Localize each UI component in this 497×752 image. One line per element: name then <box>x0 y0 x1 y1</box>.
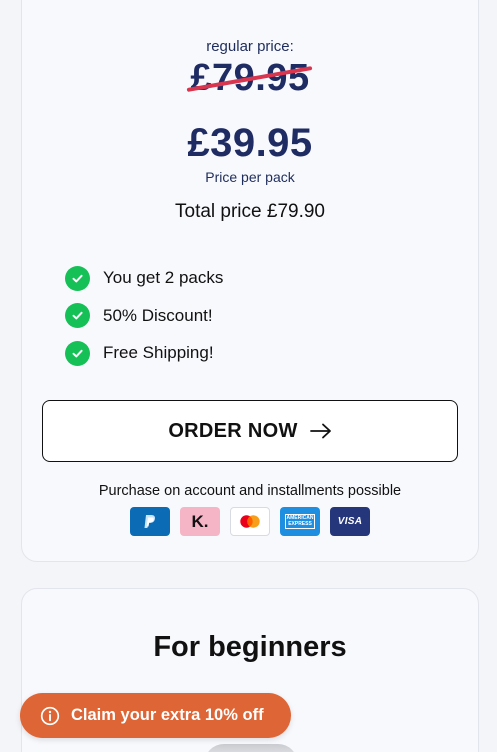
check-icon <box>65 265 90 291</box>
regular-price-wrap: £79.95 <box>22 57 478 100</box>
paypal-icon <box>130 507 170 536</box>
klarna-icon: K. <box>180 507 220 536</box>
section-title: For beginners <box>153 631 347 663</box>
info-icon <box>40 706 60 726</box>
payment-methods: K. AMERICAN EXPRESS VISA <box>130 507 370 536</box>
pricing-card: regular price: £79.95 £39.95 Price per p… <box>21 0 479 562</box>
feature-item: You get 2 packs <box>65 265 223 291</box>
claim-discount-button[interactable]: Claim your extra 10% off <box>20 693 291 738</box>
sale-price: £39.95 <box>187 121 313 165</box>
installments-note: Purchase on account and installments pos… <box>98 483 402 499</box>
total-price: Total price £79.90 <box>175 201 325 222</box>
amex-icon: AMERICAN EXPRESS <box>280 507 320 536</box>
feature-item: 50% Discount! <box>65 303 223 329</box>
check-icon <box>65 303 90 328</box>
arrow-right-icon <box>309 423 332 439</box>
visa-logo-text: VISA <box>337 516 363 527</box>
check-icon <box>65 340 90 366</box>
product-image <box>204 744 298 752</box>
feature-item: Free Shipping! <box>65 340 223 366</box>
klarna-logo-text: K. <box>191 511 209 531</box>
feature-label: 50% Discount! <box>103 305 213 325</box>
feature-label: You get 2 packs <box>103 268 224 287</box>
feature-list: You get 2 packs 50% Discount! Free Shipp… <box>65 265 223 378</box>
visa-icon: VISA <box>330 507 370 536</box>
order-now-label: ORDER NOW <box>168 419 298 442</box>
claim-discount-label: Claim your extra 10% off <box>71 706 264 724</box>
mastercard-icon <box>230 507 270 536</box>
feature-label: Free Shipping! <box>103 343 214 362</box>
regular-price-label: regular price: <box>206 38 294 55</box>
amex-logo-text: AMERICAN EXPRESS <box>285 514 315 529</box>
order-now-button[interactable]: ORDER NOW <box>42 400 458 462</box>
price-per-pack-label: Price per pack <box>205 169 295 185</box>
regular-price: £79.95 <box>186 57 313 100</box>
